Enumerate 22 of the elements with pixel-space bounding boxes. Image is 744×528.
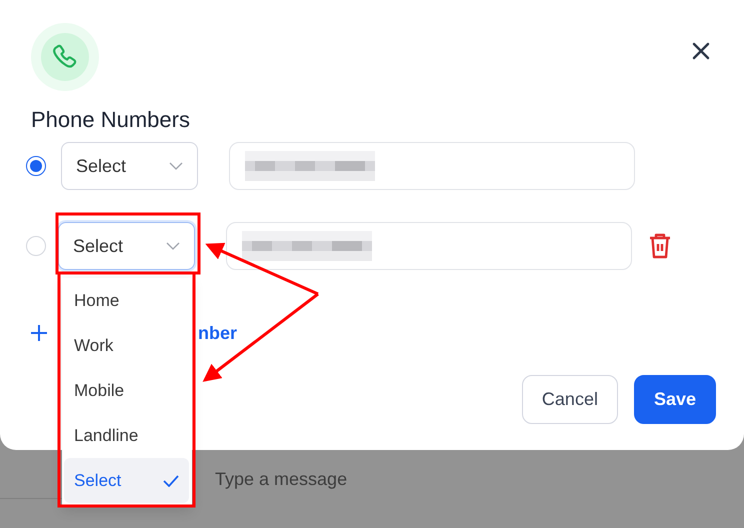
- close-icon[interactable]: [692, 42, 710, 60]
- type-dropdown[interactable]: Select: [61, 142, 198, 190]
- dropdown-option[interactable]: Landline: [64, 413, 189, 458]
- add-number-link[interactable]: nber: [198, 322, 238, 344]
- dropdown-option[interactable]: Select: [64, 458, 189, 503]
- phone-input-field[interactable]: [229, 142, 635, 190]
- dropdown-option[interactable]: Work: [64, 323, 189, 368]
- save-button[interactable]: Save: [634, 375, 716, 424]
- radio-button[interactable]: [26, 156, 46, 176]
- dropdown-option[interactable]: Home: [64, 278, 189, 323]
- message-input-field[interactable]: Type a message: [215, 469, 348, 490]
- phone-input-field[interactable]: [226, 222, 632, 270]
- chevron-down-icon: [166, 242, 180, 250]
- check-icon: [163, 474, 179, 486]
- dropdown-option[interactable]: Mobile: [64, 368, 189, 413]
- trash-icon[interactable]: [648, 233, 672, 259]
- chevron-down-icon: [169, 162, 183, 170]
- plus-icon[interactable]: [30, 324, 48, 342]
- phone-icon: [31, 23, 99, 91]
- type-dropdown[interactable]: Select: [58, 222, 195, 270]
- cancel-button[interactable]: Cancel: [522, 375, 618, 424]
- dialog-title: Phone Numbers: [31, 107, 191, 133]
